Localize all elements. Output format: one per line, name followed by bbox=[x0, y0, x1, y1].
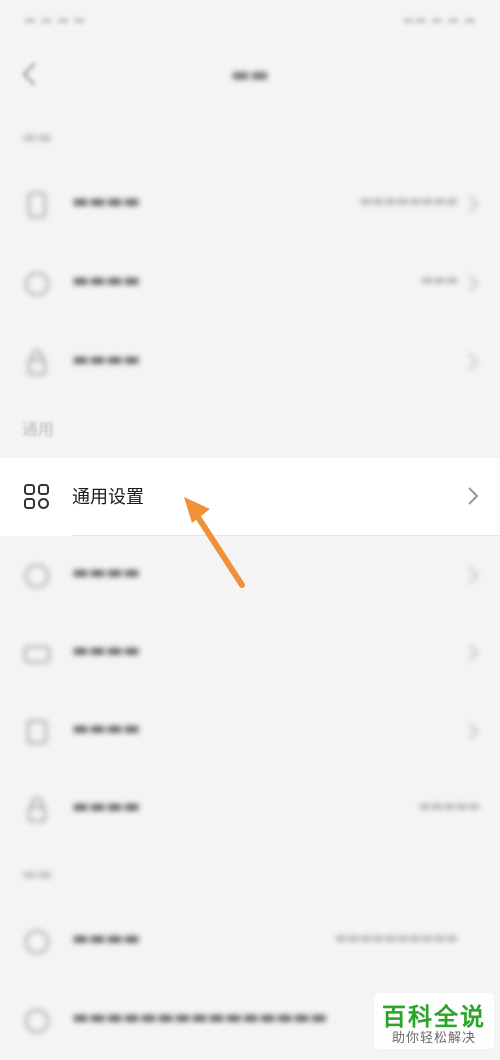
row-label: ▬▬▬▬ bbox=[72, 718, 141, 739]
chevron-right-icon bbox=[468, 353, 479, 371]
row-label: ▬▬▬▬ bbox=[72, 562, 141, 583]
row-value: ▬▬▬▬▬▬▬▬ bbox=[359, 194, 458, 209]
row-label: ▬▬▬▬▬▬▬▬▬▬▬▬▬▬▬ bbox=[72, 1007, 328, 1028]
lock-icon bbox=[28, 797, 46, 822]
watermark: 百科全说 助你轻松解决 bbox=[374, 993, 494, 1049]
settings-row[interactable]: ▬▬▬▬ ▬▬▬▬▬▬▬▬▬▬ bbox=[0, 903, 500, 981]
chevron-right-icon bbox=[468, 487, 479, 505]
settings-row[interactable]: ▬▬▬▬ bbox=[0, 615, 500, 693]
row-label: ▬▬▬▬ bbox=[72, 191, 141, 212]
settings-row[interactable]: ▬▬▬▬ ▬▬▬ bbox=[0, 245, 500, 323]
info-icon bbox=[25, 1009, 49, 1033]
section-title: 通用 bbox=[22, 420, 55, 439]
video-icon bbox=[24, 646, 50, 663]
row-value: ▬▬▬▬▬ bbox=[418, 799, 480, 814]
section-header-general: 通用 bbox=[0, 404, 500, 456]
chevron-right-icon bbox=[468, 195, 479, 213]
bell-icon bbox=[25, 564, 49, 588]
row-label: ▬▬▬▬ bbox=[72, 640, 141, 661]
row-label: ▬▬▬▬ bbox=[72, 270, 141, 291]
shield-icon bbox=[25, 272, 49, 296]
row-label: ▬▬▬▬ bbox=[72, 796, 141, 817]
page-title: ▬▬ bbox=[231, 62, 269, 86]
nav-bar: ▬▬ bbox=[0, 40, 500, 110]
status-right: ▬▬ ▬ ▬ ▬ bbox=[402, 13, 476, 28]
status-left: ▬ ▬ ▬ ▬ bbox=[24, 13, 86, 28]
settings-row[interactable]: ▬▬▬▬ bbox=[0, 324, 500, 402]
row-divider bbox=[72, 535, 500, 536]
document-icon bbox=[27, 720, 47, 744]
chevron-right-icon bbox=[468, 566, 479, 584]
section-header-other: ▬▬ bbox=[22, 864, 53, 883]
chevron-right-icon bbox=[468, 274, 479, 292]
section-header-account: ▬▬ bbox=[22, 127, 53, 146]
row-label: ▬▬▬▬ bbox=[72, 928, 141, 949]
lock-icon bbox=[28, 350, 46, 375]
phone-icon bbox=[28, 192, 46, 218]
row-value: ▬▬▬ bbox=[421, 273, 458, 288]
row-label: ▬▬▬▬ bbox=[72, 349, 141, 370]
settings-row[interactable]: ▬▬▬▬ bbox=[0, 693, 500, 771]
hand-icon bbox=[25, 930, 49, 954]
settings-row[interactable]: ▬▬▬▬ ▬▬▬▬▬▬▬▬ bbox=[0, 166, 500, 244]
grid-icon bbox=[24, 484, 49, 509]
chevron-right-icon bbox=[468, 722, 479, 740]
pointer-arrow-icon bbox=[184, 497, 245, 588]
settings-row[interactable]: ▬▬▬▬ ▬▬▬▬▬ bbox=[0, 771, 500, 849]
watermark-subtitle: 助你轻松解决 bbox=[391, 1031, 476, 1046]
status-bar: ▬ ▬ ▬ ▬ ▬▬ ▬ ▬ ▬ bbox=[0, 0, 500, 40]
row-value: ▬▬▬▬▬▬▬▬▬▬ bbox=[335, 931, 458, 946]
general-settings-label: 通用设置 bbox=[72, 487, 144, 508]
chevron-right-icon bbox=[468, 644, 479, 662]
